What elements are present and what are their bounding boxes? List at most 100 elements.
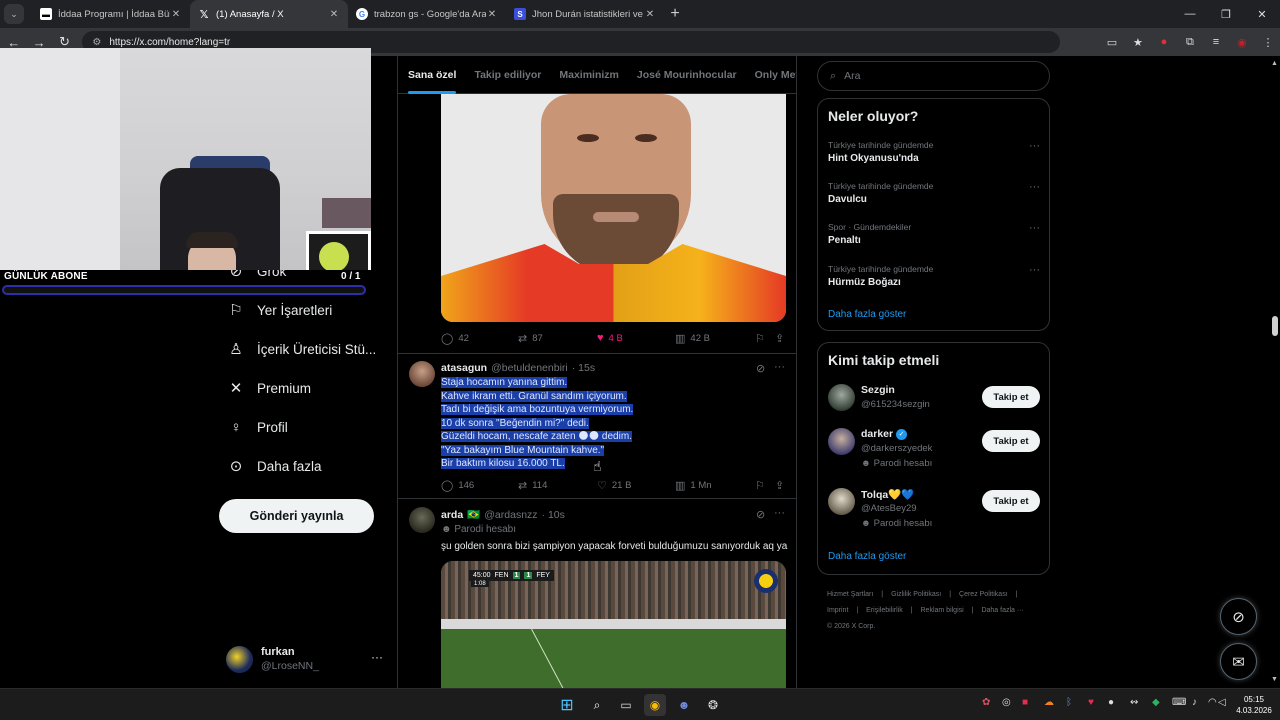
bookmark-button[interactable]: ⚐ bbox=[755, 332, 775, 345]
star-icon[interactable]: ★ bbox=[1126, 30, 1150, 54]
windows-start-icon[interactable]: ⊞ bbox=[556, 694, 578, 716]
window-close-icon[interactable]: ✕ bbox=[1244, 0, 1280, 28]
footer-link[interactable]: Erişilebilirlik bbox=[866, 607, 903, 614]
search-input[interactable]: ⌕ Ara bbox=[817, 61, 1050, 91]
file-explorer-icon[interactable]: ▭ bbox=[615, 694, 637, 716]
cast-icon[interactable]: ▭ bbox=[1100, 30, 1124, 54]
tab-only-metin2[interactable]: Only Metin2 bbox=[755, 56, 796, 94]
grok-icon[interactable]: ⊘ bbox=[756, 508, 765, 521]
tab-jose-mourinhocular[interactable]: José Mourinhocular bbox=[637, 56, 737, 94]
trend-item[interactable]: Türkiye tarihinde gündemde Davulcu ··· bbox=[828, 181, 1040, 205]
puzzle-icon[interactable]: ⧉ bbox=[1178, 30, 1202, 54]
browser-tab-sofascore[interactable]: S Jhon Durán istatistikleri ve reyti ✕ bbox=[506, 0, 664, 28]
follow-suggestion[interactable]: Sezgin @615234sezgin Takip et bbox=[828, 384, 1040, 424]
close-icon[interactable]: ✕ bbox=[644, 9, 656, 20]
microphone-icon[interactable]: ♪ bbox=[1192, 697, 1197, 708]
media-list-icon[interactable]: ≡ bbox=[1204, 30, 1228, 54]
share-button[interactable]: ⇪ bbox=[775, 332, 784, 345]
chrome-icon[interactable]: ◉ bbox=[644, 694, 666, 716]
repost-button[interactable]: ⇄ 87 bbox=[518, 332, 597, 345]
tray-icon[interactable]: ◆ bbox=[1152, 697, 1160, 708]
more-horizontal-icon[interactable]: ··· bbox=[1029, 181, 1040, 193]
scroll-down-icon[interactable]: ▼ bbox=[1271, 676, 1278, 683]
tab-for-you[interactable]: Sana özel bbox=[408, 56, 457, 94]
footer-link[interactable]: Daha fazla ··· bbox=[981, 607, 1023, 614]
profile-avatar-icon[interactable]: ◉ bbox=[1230, 30, 1254, 54]
author-name[interactable]: arda bbox=[441, 509, 463, 521]
repost-button[interactable]: ⇄ 114 bbox=[518, 479, 597, 492]
search-icon[interactable]: ⌕ bbox=[586, 694, 608, 716]
more-horizontal-icon[interactable]: ··· bbox=[1029, 264, 1040, 276]
author-handle[interactable]: @betuldenenbiri bbox=[491, 362, 568, 374]
wifi-icon[interactable]: ◠ bbox=[1208, 697, 1217, 708]
post-media-video[interactable]: 45:00 FEN 1 1 FEY 1:08 bbox=[441, 561, 786, 688]
bluetooth-icon[interactable]: ᛒ bbox=[1066, 697, 1072, 708]
tab-maximinizm[interactable]: Maximinizm bbox=[559, 56, 619, 94]
footer-link[interactable]: Reklam bilgisi bbox=[921, 607, 964, 614]
share-button[interactable]: ⇪ bbox=[775, 479, 784, 492]
reply-button[interactable]: ◯ 42 bbox=[441, 332, 518, 345]
more-horizontal-icon[interactable]: ··· bbox=[1029, 140, 1040, 152]
extension-red-icon[interactable]: ● bbox=[1152, 30, 1176, 54]
tray-icon[interactable]: ⌨ bbox=[1172, 697, 1186, 708]
bookmark-button[interactable]: ⚐ bbox=[755, 479, 775, 492]
close-icon[interactable]: ✕ bbox=[170, 9, 182, 20]
footer-link[interactable]: Gizlilik Politikası bbox=[891, 591, 941, 598]
tray-icon[interactable]: ☁ bbox=[1044, 697, 1054, 708]
follow-suggestion[interactable]: Tolqa💛💙 @AtesBey29 ☻ Parodi hesabı Takip… bbox=[828, 488, 1040, 529]
footer-link[interactable]: Çerez Politikası bbox=[959, 591, 1008, 598]
page-scrollbar[interactable]: ▲ ▼ bbox=[1270, 56, 1280, 688]
follow-suggestion[interactable]: darker ✓ @darkerszyedek ☻ Parodi hesabı T… bbox=[828, 428, 1040, 469]
restore-icon[interactable]: ❐ bbox=[1208, 0, 1244, 28]
browser-tab-iddaa[interactable]: ▬ İddaa Programı | İddaa Bülteni | ✕ bbox=[32, 0, 190, 28]
close-icon[interactable]: ✕ bbox=[486, 9, 498, 20]
nav-item-creator-studio[interactable]: ♙ İçerik Üreticisi Stü... bbox=[228, 340, 376, 358]
trend-item[interactable]: Türkiye tarihinde gündemde Hürmüz Boğazı… bbox=[828, 264, 1040, 288]
tab-following[interactable]: Takip ediliyor bbox=[474, 56, 541, 94]
tray-icon[interactable]: ♥ bbox=[1088, 697, 1094, 708]
post-button[interactable]: Gönderi yayınla bbox=[219, 499, 374, 533]
scroll-up-icon[interactable]: ▲ bbox=[1271, 60, 1278, 67]
avatar[interactable] bbox=[409, 361, 435, 387]
views-button[interactable]: ▥ 1 Mn bbox=[675, 479, 755, 492]
follow-button[interactable]: Takip et bbox=[982, 430, 1040, 452]
new-tab-plus-icon[interactable]: + bbox=[664, 5, 686, 23]
follow-button[interactable]: Takip et bbox=[982, 386, 1040, 408]
trend-item[interactable]: Türkiye tarihinde gündemde Hint Okyanusu… bbox=[828, 140, 1040, 164]
footer-link[interactable]: Hizmet Şartları bbox=[827, 591, 873, 598]
tray-icon[interactable]: ◎ bbox=[1002, 697, 1011, 708]
grok-icon[interactable]: ⊘ bbox=[756, 362, 765, 375]
messages-float-button[interactable]: ✉ bbox=[1220, 643, 1257, 680]
discord-icon[interactable]: ☻ bbox=[673, 694, 695, 716]
nav-item-premium[interactable]: ✕ Premium bbox=[228, 379, 311, 397]
author-handle[interactable]: @ardasnzz bbox=[484, 509, 537, 521]
account-switcher[interactable]: furkan @LroseNN_ ··· bbox=[226, 644, 386, 674]
footer-link[interactable]: Imprint bbox=[827, 607, 848, 614]
trends-show-more-link[interactable]: Daha fazla göster bbox=[828, 309, 906, 320]
reply-button[interactable]: ◯ 146 bbox=[441, 479, 518, 492]
avatar[interactable] bbox=[409, 507, 435, 533]
tray-icon[interactable]: ● bbox=[1108, 697, 1114, 708]
follow-button[interactable]: Takip et bbox=[982, 490, 1040, 512]
post-time[interactable]: · 15s bbox=[572, 362, 595, 374]
post-media-image[interactable] bbox=[441, 94, 786, 322]
system-clock[interactable]: 05:15 4.03.2026 bbox=[1230, 694, 1278, 716]
like-button[interactable]: ♥ 4 B bbox=[597, 332, 675, 344]
volume-icon[interactable]: ◁ bbox=[1218, 697, 1226, 708]
trend-item[interactable]: Spor · Gündemdekiler Penaltı ··· bbox=[828, 222, 1040, 246]
tray-icon[interactable]: ✿ bbox=[982, 697, 990, 708]
browser-tab-x[interactable]: 𝕏 (1) Anasayfa / X ✕ bbox=[190, 0, 348, 28]
minimize-icon[interactable]: — bbox=[1172, 0, 1208, 28]
author-name[interactable]: atasagun bbox=[441, 362, 487, 374]
views-button[interactable]: ▥ 42 B bbox=[675, 332, 755, 345]
who-show-more-link[interactable]: Daha fazla göster bbox=[828, 551, 906, 562]
scrollbar-thumb[interactable] bbox=[1272, 316, 1278, 336]
post-time[interactable]: · 10s bbox=[542, 509, 565, 521]
more-horizontal-icon[interactable]: ··· bbox=[774, 361, 785, 373]
browser-tab-google[interactable]: G trabzon gs - Google'da Ara ✕ bbox=[348, 0, 506, 28]
grok-float-button[interactable]: ⊘ bbox=[1220, 598, 1257, 635]
app-icon[interactable]: ❂ bbox=[702, 694, 724, 716]
nav-item-more[interactable]: ⊙ Daha fazla bbox=[228, 457, 322, 475]
more-horizontal-icon[interactable]: ··· bbox=[1029, 222, 1040, 234]
tray-icon[interactable]: ■ bbox=[1022, 697, 1028, 708]
